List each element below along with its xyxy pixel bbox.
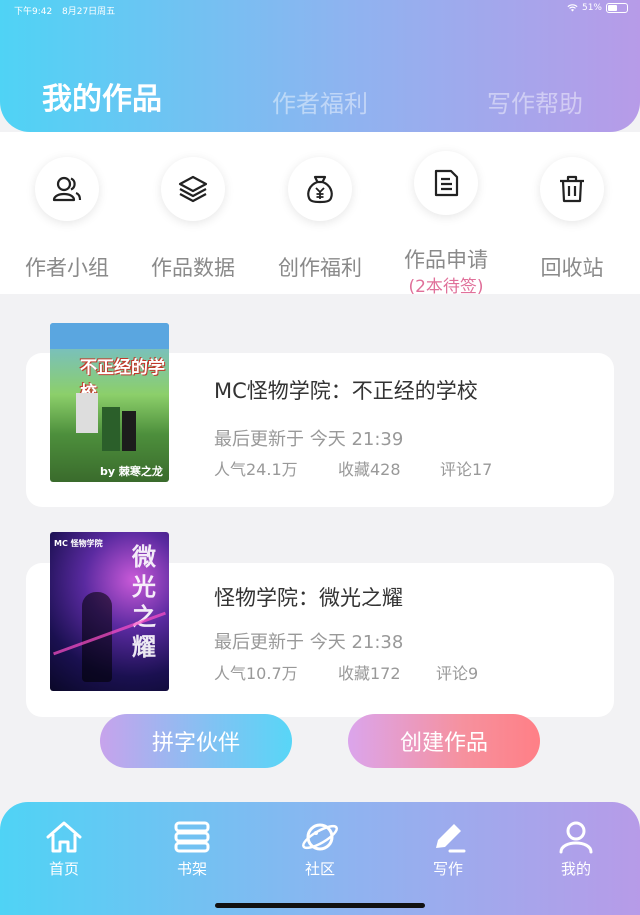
cover-byline: MC 怪物学院 — [54, 539, 103, 548]
work-title[interactable]: 怪物学院：微光之耀 — [214, 582, 403, 612]
status-date: 8月27日周五 — [62, 7, 116, 17]
bookshelf-icon — [174, 821, 210, 853]
trash-icon — [560, 175, 584, 203]
bottom-nav: 首页 书架 社区 写作 我的 — [0, 802, 640, 915]
nav-write[interactable]: 写作 — [408, 820, 488, 879]
work-comments: 评论17 — [440, 460, 493, 479]
nav-community-label: 社区 — [304, 860, 335, 878]
work-updated: 最后更新于 今天 21:39 — [214, 429, 404, 450]
header: 下午9:42 8月27日周五 51% 我的作品 作者福利 写作帮助 — [0, 0, 640, 132]
works-data-button[interactable] — [161, 157, 225, 221]
work-application-button[interactable] — [414, 151, 478, 215]
profile-icon — [559, 821, 593, 854]
cover-title: 微光之耀 — [132, 543, 156, 661]
pen-icon — [436, 824, 466, 853]
users-icon — [52, 176, 82, 202]
tab-author-benefits[interactable]: 作者福利 — [272, 84, 368, 119]
work-title[interactable]: MC怪物学院：不正经的学校 — [214, 375, 478, 405]
cover-byline: by 棘寒之龙 — [100, 465, 163, 478]
nav-home[interactable]: 首页 — [24, 820, 104, 879]
nav-community[interactable]: 社区 — [280, 820, 360, 879]
status-bar: 下午9:42 8月27日周五 51% — [0, 0, 640, 20]
planet-icon — [302, 823, 338, 851]
author-group-button[interactable] — [35, 157, 99, 221]
document-icon — [434, 169, 459, 197]
work-cover[interactable]: MC 怪物学院 微光之耀 — [50, 532, 169, 691]
work-popularity: 人气24.1万 — [214, 460, 298, 479]
works-data-label: 作品数据 — [151, 256, 235, 280]
nav-home-label: 首页 — [48, 860, 79, 878]
nav-mine-label: 我的 — [560, 860, 591, 878]
word-partner-button[interactable]: 拼字伙伴 — [100, 714, 292, 768]
home-indicator[interactable] — [215, 903, 425, 908]
author-group-label: 作者小组 — [25, 256, 109, 280]
creation-benefits-label: 创作福利 — [278, 256, 362, 280]
recycle-bin-button[interactable] — [540, 157, 604, 221]
recycle-bin-label: 回收站 — [540, 256, 604, 280]
work-favorites: 收藏172 — [338, 664, 401, 683]
work-application-label: 作品申请 — [404, 248, 488, 272]
work-popularity: 人气10.7万 — [214, 664, 298, 683]
work-favorites: 收藏428 — [338, 460, 401, 479]
tab-writing-help[interactable]: 写作帮助 — [487, 84, 583, 119]
work-updated: 最后更新于 今天 21:38 — [214, 632, 404, 653]
creation-benefits-button[interactable] — [288, 157, 352, 221]
work-comments: 评论9 — [436, 664, 479, 683]
layers-icon — [178, 175, 208, 203]
nav-bookshelf-label: 书架 — [176, 860, 207, 878]
create-work-button[interactable]: 创建作品 — [348, 714, 540, 768]
work-cover[interactable]: 不正经的学校 by 棘寒之龙 — [50, 323, 169, 482]
nav-write-label: 写作 — [432, 860, 463, 878]
nav-mine[interactable]: 我的 — [536, 820, 616, 879]
home-icon — [46, 821, 82, 853]
money-bag-icon — [307, 175, 333, 204]
nav-bookshelf[interactable]: 书架 — [152, 820, 232, 879]
quick-entries: 作者小组 作品数据 创作福利 作品申请 (2本待签) 回收站 — [0, 132, 640, 297]
battery-percent: 51% — [581, 3, 602, 13]
tab-my-works[interactable]: 我的作品 — [42, 74, 162, 118]
pending-sign-count: (2本待签) — [408, 277, 484, 297]
wifi-icon — [567, 4, 578, 12]
battery-icon — [606, 3, 628, 13]
status-time: 下午9:42 — [14, 7, 53, 17]
